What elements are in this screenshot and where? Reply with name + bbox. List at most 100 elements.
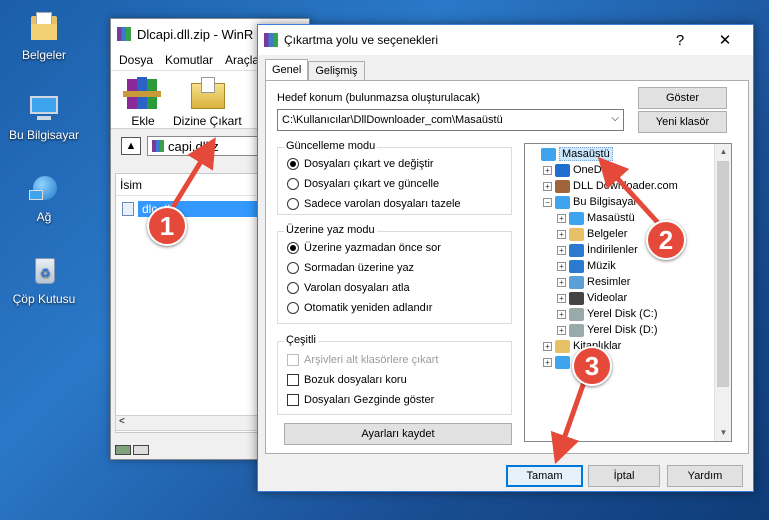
tree-item[interactable]: + İndirilenler (557, 242, 638, 258)
expand-icon[interactable]: + (557, 293, 566, 303)
expand-icon[interactable]: + (557, 245, 566, 255)
network-icon (555, 355, 570, 369)
new-folder-button[interactable]: Yeni klasör (638, 111, 727, 133)
tree-item[interactable]: − Bu Bilgisayar (543, 194, 637, 210)
expand-icon[interactable]: + (543, 341, 552, 351)
new-folder-label: Yeni klasör (655, 116, 710, 128)
misc-title: Çeşitli (284, 334, 318, 346)
scroll-down-icon[interactable]: ▼ (715, 425, 731, 441)
tree-item-label: OneDrive (573, 164, 620, 176)
option-label: Sormadan üzerine yaz (304, 262, 415, 274)
show-button[interactable]: Göster (638, 87, 727, 109)
collapse-icon[interactable]: − (543, 197, 552, 207)
tree-item[interactable]: + Belgeler (557, 226, 627, 242)
cancel-button[interactable]: İptal (588, 465, 660, 487)
expand-icon[interactable]: + (543, 357, 552, 367)
tab-advanced-label: Gelişmiş (315, 65, 358, 77)
folder-tree[interactable]: Masaüstü + OneDrive + DLL Downloader.com − Bu … (524, 143, 732, 442)
tree-item-label: Resimler (587, 276, 631, 288)
tree-item-label: Bu Bilgisayar (573, 196, 638, 208)
up-folder-button[interactable]: ▲ (121, 137, 141, 155)
desktop-icon-documents[interactable]: Belgeler (4, 10, 84, 62)
extract-to-button[interactable]: Dizine Çıkart (173, 75, 242, 128)
update-option-refresh[interactable]: Sadece varolan dosyaları tazele (287, 198, 461, 210)
music-icon (569, 259, 584, 273)
help-button[interactable]: Yardım (667, 465, 743, 487)
dialog-titlebar[interactable]: Çıkartma yolu ve seçenekleri ? ✕ (258, 25, 753, 55)
tree-item[interactable]: + Masaüstü (557, 210, 635, 226)
expand-icon[interactable]: + (557, 277, 566, 287)
drive-icon (569, 307, 584, 321)
tree-item-label: Belgeler (587, 228, 628, 240)
radio-button[interactable] (287, 262, 299, 274)
tree-item[interactable]: Masaüstü (529, 146, 613, 162)
scroll-thumb[interactable] (717, 161, 729, 387)
radio-button[interactable] (287, 282, 299, 294)
close-button[interactable]: ✕ (710, 29, 740, 51)
expand-icon[interactable]: + (543, 181, 552, 191)
overwrite-option-ask[interactable]: Üzerine yazmadan önce sor (287, 242, 441, 254)
update-option-update[interactable]: Dosyaları çıkart ve güncelle (287, 178, 439, 190)
annotation-badge-3: 3 (572, 346, 612, 386)
add-button[interactable]: Ekle (123, 75, 163, 128)
extract-to-label: Dizine Çıkart (173, 114, 242, 128)
expand-icon[interactable]: + (557, 325, 566, 335)
help-title-button[interactable]: ? (665, 29, 695, 51)
menu-item-commands[interactable]: Komutlar (165, 53, 213, 67)
save-settings-button[interactable]: Ayarları kaydet (284, 423, 512, 445)
documents-icon (569, 227, 584, 241)
radio-button[interactable] (287, 198, 299, 210)
tree-item[interactable]: + Yerel Disk (D:) (557, 322, 658, 338)
expand-icon[interactable]: + (557, 229, 566, 239)
network-icon (27, 172, 61, 206)
radio-button[interactable] (287, 302, 299, 314)
expand-icon[interactable]: + (543, 165, 552, 175)
misc-group: Çeşitli Arşivleri alt klasörlere çıkart … (277, 334, 512, 415)
update-option-replace[interactable]: Dosyaları çıkart ve değiştir (287, 158, 434, 170)
radio-button[interactable] (287, 178, 299, 190)
overwrite-mode-title: Üzerine yaz modu (284, 224, 377, 236)
documents-folder-icon (27, 10, 61, 44)
tab-general[interactable]: Genel (265, 59, 309, 80)
scroll-up-icon[interactable]: ▲ (715, 144, 731, 160)
desktop-icon-recycle-bin[interactable]: ♻ Çöp Kutusu (4, 254, 84, 306)
tab-advanced[interactable]: Gelişmiş (308, 61, 365, 80)
tree-item-label: DLL Downloader.com (573, 180, 678, 192)
add-label: Ekle (131, 114, 155, 128)
tree-item[interactable]: + OneDrive (543, 162, 619, 178)
tree-item[interactable]: + Videolar (557, 290, 627, 306)
tree-vertical-scrollbar[interactable]: ▲ ▼ (714, 144, 731, 441)
menu-item-tools[interactable]: Araçla (225, 53, 259, 67)
tree-item[interactable]: + Yerel Disk (C:) (557, 306, 658, 322)
overwrite-option-skip[interactable]: Varolan dosyaları atla (287, 282, 410, 294)
expand-icon[interactable]: + (557, 213, 566, 223)
libraries-icon (555, 339, 570, 353)
desktop-icon-network[interactable]: Ağ (4, 172, 84, 224)
tree-item[interactable]: + Müzik (557, 258, 616, 274)
target-path-combo[interactable]: C:\Kullanıcılar\DllDownloader_com\Masaüs… (277, 109, 624, 131)
misc-option-keep-broken[interactable]: Bozuk dosyaları koru (287, 374, 407, 386)
checkbox[interactable] (287, 374, 299, 386)
menu-item-file[interactable]: Dosya (119, 53, 153, 67)
overwrite-option-overwrite[interactable]: Sormadan üzerine yaz (287, 262, 414, 274)
overwrite-option-rename[interactable]: Otomatik yeniden adlandır (287, 302, 432, 314)
checkbox[interactable] (287, 394, 299, 406)
extract-folder-icon (187, 75, 227, 110)
option-label: Dosyaları çıkart ve güncelle (304, 178, 440, 190)
radio-button[interactable] (287, 158, 299, 170)
desktop-icon-this-pc[interactable]: Bu Bilgisayar (4, 90, 84, 142)
radio-button[interactable] (287, 242, 299, 254)
tree-item[interactable]: + DLL Downloader.com (543, 178, 678, 194)
misc-option-show-explorer[interactable]: Dosyaları Gezginde göster (287, 394, 434, 406)
help-label: Yardım (687, 470, 723, 482)
tree-item[interactable]: + Resimler (557, 274, 630, 290)
pictures-icon (569, 275, 584, 289)
chevron-down-icon[interactable]: ⌵ (611, 113, 619, 124)
winrar-address-text: capi.dll.z (168, 138, 219, 154)
expand-icon[interactable]: + (557, 309, 566, 319)
tree-item-label: İndirilenler (587, 244, 638, 256)
expand-icon[interactable]: + (557, 261, 566, 271)
tree-item-label: Masaüstü (587, 212, 635, 224)
target-path-label: Hedef konum (bulunmazsa oluşturulacak) (277, 92, 480, 104)
ok-button[interactable]: Tamam (506, 465, 583, 487)
